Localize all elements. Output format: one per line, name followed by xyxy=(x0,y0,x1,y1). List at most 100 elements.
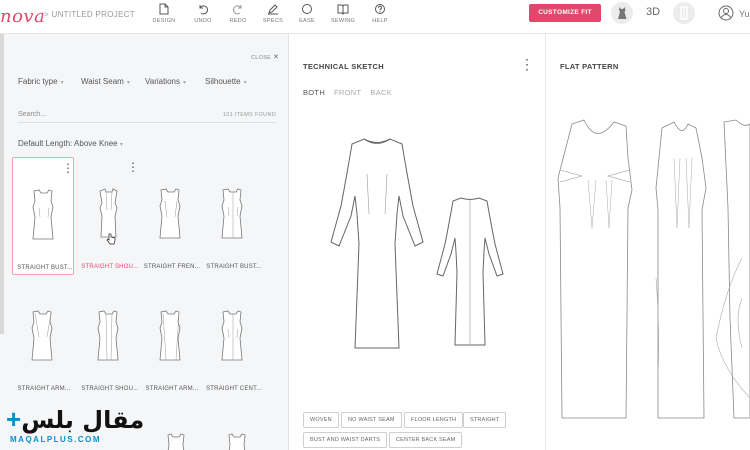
dress-back-sketch xyxy=(436,197,504,346)
library-item[interactable]: STRAIGHT ARM... xyxy=(140,279,202,397)
dress-thumbnail xyxy=(167,433,185,450)
search-placeholder: Search... xyxy=(18,111,47,118)
view-both-tab[interactable]: BOTH xyxy=(303,88,325,97)
user-initials: Yu xyxy=(739,9,750,19)
chevron-down-icon: ▾ xyxy=(119,142,123,148)
user-menu[interactable] xyxy=(718,5,734,26)
view-back-tab[interactable]: BACK xyxy=(370,88,392,97)
more-options-icon[interactable]: ⋮ xyxy=(62,162,74,174)
chevron-down-icon: ▾ xyxy=(126,80,130,86)
dress-view-button[interactable] xyxy=(611,2,633,24)
chevron-down-icon: ▾ xyxy=(182,80,186,86)
view-toggle: BOTH FRONT BACK xyxy=(303,88,401,97)
undo-icon xyxy=(199,5,208,15)
toolbar-ease-label: EASE xyxy=(299,18,315,24)
dress-thumbnail xyxy=(32,189,54,240)
toolbar-specs-button[interactable]: SPECS xyxy=(255,3,291,24)
flat-pattern-title: FLAT PATTERN xyxy=(560,62,619,71)
top-bar: nova > UNTITLED PROJECT DESIGN UNDO REDO… xyxy=(0,0,750,34)
toolbar-help-button[interactable]: HELP xyxy=(362,3,398,24)
chevron-down-icon: ▾ xyxy=(243,80,247,86)
close-label: CLOSE xyxy=(251,55,272,61)
help-icon xyxy=(375,4,385,14)
chevron-down-icon: ▾ xyxy=(60,80,64,86)
library-item-label: STRAIGHT ARM... xyxy=(145,386,199,392)
attribute-tag[interactable]: STRAIGHT xyxy=(463,412,507,428)
watermark-plus: + xyxy=(6,404,22,434)
toolbar-undo-button[interactable]: UNDO xyxy=(185,3,221,24)
toolbar-design-button[interactable]: DESIGN xyxy=(146,3,182,24)
library-item[interactable]: ⋮ STRAIGHT SHOU... xyxy=(78,157,140,275)
toolbar-help-label: HELP xyxy=(372,18,388,24)
close-icon: ✕ xyxy=(272,54,280,61)
attribute-tag[interactable]: NO WAIST SEAM xyxy=(341,412,402,428)
redo-icon xyxy=(233,5,242,15)
filter-label: Silhouette xyxy=(205,77,241,86)
attribute-tag[interactable]: BUST AND WAIST DARTS xyxy=(303,432,388,448)
book-icon xyxy=(337,4,349,15)
dress-thumbnail xyxy=(159,310,181,361)
flat-pattern-panel: FLAT PATTERN xyxy=(546,34,750,450)
dress-thumbnail xyxy=(31,310,53,361)
library-item-label: STRAIGHT SHOU... xyxy=(81,264,139,270)
library-item[interactable]: STRAIGHT FREN... xyxy=(140,157,202,275)
dress-front-sketch xyxy=(330,138,424,349)
filter-silhouette[interactable]: Silhouette ▾ xyxy=(205,77,247,86)
library-item[interactable]: STRAIGHT CENT... xyxy=(202,279,264,397)
filter-label: Variations xyxy=(145,77,180,86)
attribute-tag[interactable]: CENTER BACK SEAM xyxy=(389,432,463,448)
filter-fabric-type[interactable]: Fabric type ▾ xyxy=(18,77,64,86)
library-item[interactable]: STRAIGHT BUST... xyxy=(202,157,264,275)
filter-label: Waist Seam xyxy=(81,77,124,86)
toolbar-redo-button[interactable]: REDO xyxy=(220,3,256,24)
toolbar-undo-label: UNDO xyxy=(194,18,212,24)
more-options-icon[interactable]: ⋮ xyxy=(127,161,139,173)
toolbar-ease-button[interactable]: EASE xyxy=(289,3,325,24)
items-found-count: 101 ITEMS FOUND xyxy=(222,112,276,118)
close-library-button[interactable]: CLOSE ✕ xyxy=(251,53,279,61)
library-item[interactable]: STRAIGHT ARM... xyxy=(12,279,74,397)
cursor-hand-icon xyxy=(106,233,116,245)
toolbar-redo-label: REDO xyxy=(229,18,247,24)
dress-thumbnail xyxy=(159,188,181,239)
library-item-label: STRAIGHT SHOU... xyxy=(81,386,139,392)
search-input[interactable]: Search... 101 ITEMS FOUND xyxy=(18,109,276,123)
dress-icon xyxy=(618,7,627,19)
user-icon xyxy=(718,5,734,21)
dress-thumbnail xyxy=(221,310,243,361)
breadcrumb[interactable]: > UNTITLED PROJECT xyxy=(44,10,135,19)
dress-thumbnail xyxy=(221,188,243,239)
customize-fit-button[interactable]: CUSTOMIZE FIT xyxy=(529,4,601,22)
pattern-icon xyxy=(680,6,688,20)
page-icon xyxy=(159,3,169,15)
library-item-label: STRAIGHT BUST... xyxy=(206,264,262,270)
default-length-label: Default Length: Above Knee xyxy=(18,139,118,148)
technical-sketch-panel: TECHNICAL SKETCH ⋮ BOTH FRONT BACK WOVEN N… xyxy=(289,34,546,450)
attribute-tag[interactable]: FLOOR LENGTH xyxy=(404,412,464,428)
view-3d-button[interactable]: 3D xyxy=(646,6,660,18)
app-logo[interactable]: nova xyxy=(0,6,45,27)
flat-pattern-drawing xyxy=(557,119,750,419)
technical-sketch-title: TECHNICAL SKETCH xyxy=(303,62,384,71)
circle-icon xyxy=(302,4,312,14)
watermark-main: مقال بلس xyxy=(21,406,145,434)
pencil-icon xyxy=(268,4,278,15)
toolbar-specs-label: SPECS xyxy=(262,18,284,24)
toolbar-sewing-label: SEWING xyxy=(330,18,356,24)
pattern-view-button[interactable] xyxy=(673,2,695,24)
library-item-label: STRAIGHT BUST... xyxy=(17,265,73,271)
toolbar-design-label: DESIGN xyxy=(152,18,176,24)
library-item-label: STRAIGHT ARM... xyxy=(17,386,71,392)
library-scrollbar[interactable] xyxy=(0,34,4,334)
default-length-select[interactable]: Default Length: Above Knee ▾ xyxy=(18,139,123,148)
library-item[interactable]: STRAIGHT SHOU... xyxy=(78,279,140,397)
toolbar-sewing-button[interactable]: SEWING xyxy=(325,3,361,24)
library-item[interactable]: ⋮ STRAIGHT BUST... xyxy=(12,157,74,275)
filter-waist-seam[interactable]: Waist Seam ▾ xyxy=(81,77,130,86)
view-front-tab[interactable]: FRONT xyxy=(334,88,361,97)
watermark-sub: MAQALPLUS.COM xyxy=(10,435,102,444)
more-options-icon[interactable]: ⋮ xyxy=(520,57,534,71)
filter-variations[interactable]: Variations ▾ xyxy=(145,77,186,86)
attribute-tag[interactable]: WOVEN xyxy=(303,412,339,428)
library-panel: CLOSE ✕ Fabric type ▾ Waist Seam ▾ Variati… xyxy=(0,34,289,450)
